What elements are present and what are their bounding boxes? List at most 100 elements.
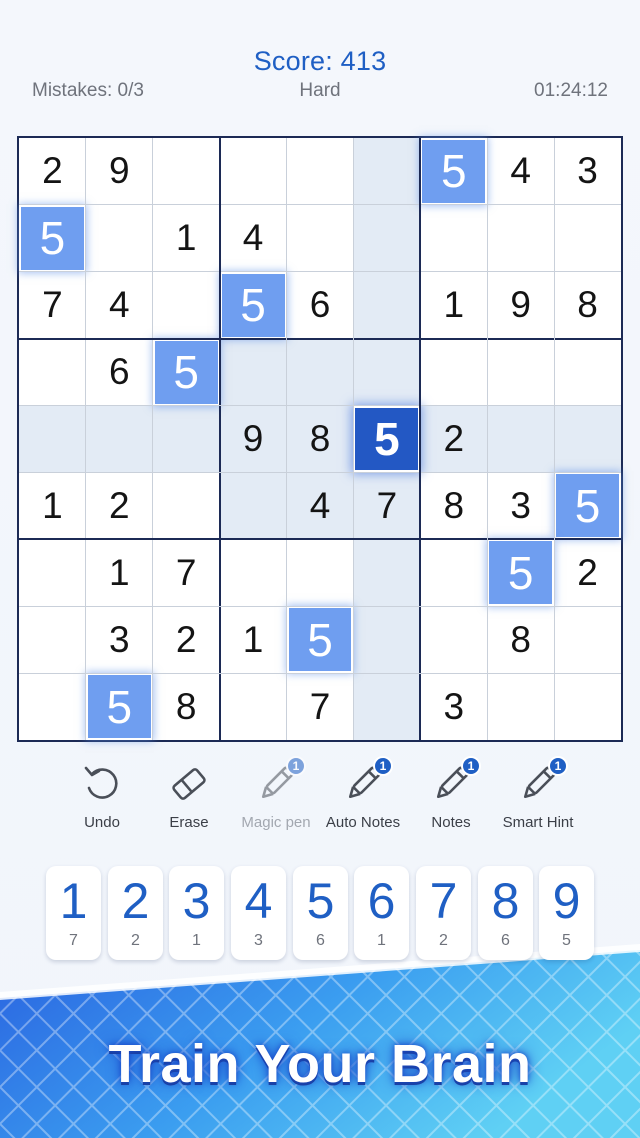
board-cell[interactable]: 4 — [86, 272, 153, 339]
board-cell[interactable] — [353, 138, 421, 205]
board-cell[interactable]: 3 — [487, 472, 554, 539]
board-cell[interactable] — [487, 673, 554, 740]
board-cell[interactable]: 5 — [420, 138, 488, 205]
board-cell[interactable]: 1 — [420, 272, 487, 339]
board-cell[interactable]: 1 — [153, 205, 220, 272]
board-cell[interactable] — [353, 606, 421, 674]
board-cell[interactable] — [19, 606, 86, 673]
board-cell[interactable]: 8 — [420, 472, 487, 539]
board-cell[interactable] — [287, 205, 354, 272]
board-cell[interactable]: 4 — [286, 472, 354, 540]
board-cell[interactable] — [152, 405, 220, 473]
board-cell[interactable] — [353, 271, 421, 339]
board-cell[interactable] — [19, 539, 86, 606]
board-cell[interactable]: 5 — [219, 271, 287, 339]
board-cell[interactable]: 5 — [19, 204, 86, 272]
board-cell[interactable]: 2 — [19, 138, 86, 205]
board-cell[interactable] — [554, 606, 621, 673]
key-digit: 2 — [121, 873, 150, 929]
selected-cell[interactable]: 5 — [353, 405, 421, 473]
board-cell[interactable]: 7 — [153, 539, 220, 606]
board-cell[interactable] — [220, 539, 287, 606]
smart-hint-button[interactable]: 1 Smart Hint — [483, 756, 593, 831]
key-remaining-count: 7 — [69, 932, 78, 949]
board-cell[interactable] — [220, 673, 287, 740]
board-cell[interactable]: 7 — [19, 272, 86, 339]
sudoku-board: 2954351474561986598521247835175232158587… — [17, 136, 623, 742]
board-cell[interactable]: 6 — [287, 272, 354, 339]
board-cell[interactable]: 5 — [554, 472, 621, 540]
board-cell[interactable]: 2 — [420, 405, 488, 473]
board-cell[interactable]: 1 — [19, 472, 86, 539]
board-cell[interactable] — [153, 272, 220, 339]
key-remaining-count: 1 — [377, 932, 386, 949]
board-cell[interactable] — [287, 138, 354, 205]
board-cell[interactable] — [353, 673, 421, 740]
board-cell[interactable] — [420, 339, 487, 406]
number-key-2[interactable]: 22 — [108, 866, 163, 960]
number-key-3[interactable]: 31 — [169, 866, 224, 960]
number-key-9[interactable]: 95 — [539, 866, 594, 960]
board-cell[interactable]: 8 — [554, 272, 621, 339]
board-cell[interactable] — [353, 338, 421, 406]
board-cell[interactable]: 8 — [487, 606, 554, 673]
board-cell[interactable] — [86, 205, 153, 272]
undo-icon — [80, 762, 124, 806]
board-cell[interactable]: 5 — [152, 338, 220, 406]
board-cell[interactable]: 3 — [86, 606, 153, 673]
board-cell[interactable]: 8 — [286, 405, 354, 473]
board-cell[interactable]: 8 — [153, 673, 220, 740]
board-cell[interactable]: 7 — [353, 472, 421, 540]
board-cell[interactable]: 2 — [86, 472, 153, 539]
board-cell[interactable] — [554, 673, 621, 740]
board-cell[interactable]: 5 — [286, 606, 354, 674]
board-cell[interactable] — [554, 339, 621, 406]
board-cell[interactable] — [287, 539, 354, 606]
board-cell[interactable] — [420, 205, 487, 272]
number-key-8[interactable]: 86 — [478, 866, 533, 960]
board-cell[interactable]: 4 — [487, 138, 554, 205]
board-cell[interactable]: 3 — [554, 138, 621, 205]
board-cell[interactable]: 3 — [420, 673, 487, 740]
board-cell[interactable] — [85, 405, 153, 473]
key-digit: 7 — [429, 873, 458, 929]
board-cell[interactable] — [220, 138, 287, 205]
board-cell[interactable]: 1 — [220, 606, 287, 673]
board-cell[interactable] — [554, 205, 621, 272]
board-cell[interactable] — [286, 338, 354, 406]
board-cell[interactable] — [19, 673, 86, 740]
board-cell[interactable] — [219, 338, 287, 406]
board-cell[interactable] — [487, 405, 555, 473]
board-cell[interactable]: 4 — [220, 205, 287, 272]
board-cell[interactable]: 9 — [219, 405, 287, 473]
number-key-6[interactable]: 61 — [354, 866, 409, 960]
number-key-4[interactable]: 43 — [231, 866, 286, 960]
board-cell[interactable]: 9 — [86, 138, 153, 205]
board-cell[interactable] — [353, 204, 421, 272]
timer-label: 01:24:12 — [534, 80, 608, 101]
board-cell[interactable] — [420, 539, 487, 606]
board-cell[interactable]: 5 — [487, 539, 555, 607]
number-key-1[interactable]: 17 — [46, 866, 101, 960]
board-cell[interactable] — [487, 205, 554, 272]
board-cell[interactable]: 1 — [86, 539, 153, 606]
board-cell[interactable] — [153, 472, 220, 539]
game-header: Score: 413 Mistakes: 0/3 Hard 01:24:12 — [0, 0, 640, 120]
board-cell[interactable] — [487, 339, 554, 406]
board-cell[interactable] — [19, 405, 86, 473]
board-cell[interactable] — [554, 405, 621, 473]
board-cell[interactable] — [153, 138, 220, 205]
number-key-5[interactable]: 56 — [293, 866, 348, 960]
board-cell[interactable] — [420, 606, 487, 673]
board-cell[interactable]: 7 — [287, 673, 354, 740]
board-cell[interactable] — [19, 339, 86, 406]
board-cell[interactable]: 5 — [85, 673, 153, 740]
board-cell[interactable]: 9 — [487, 272, 554, 339]
board-cell[interactable] — [353, 539, 421, 607]
key-remaining-count: 6 — [501, 932, 510, 949]
board-cell[interactable]: 2 — [153, 606, 220, 673]
number-key-7[interactable]: 72 — [416, 866, 471, 960]
board-cell[interactable]: 6 — [86, 339, 153, 406]
board-cell[interactable] — [219, 472, 287, 540]
board-cell[interactable]: 2 — [554, 539, 621, 606]
